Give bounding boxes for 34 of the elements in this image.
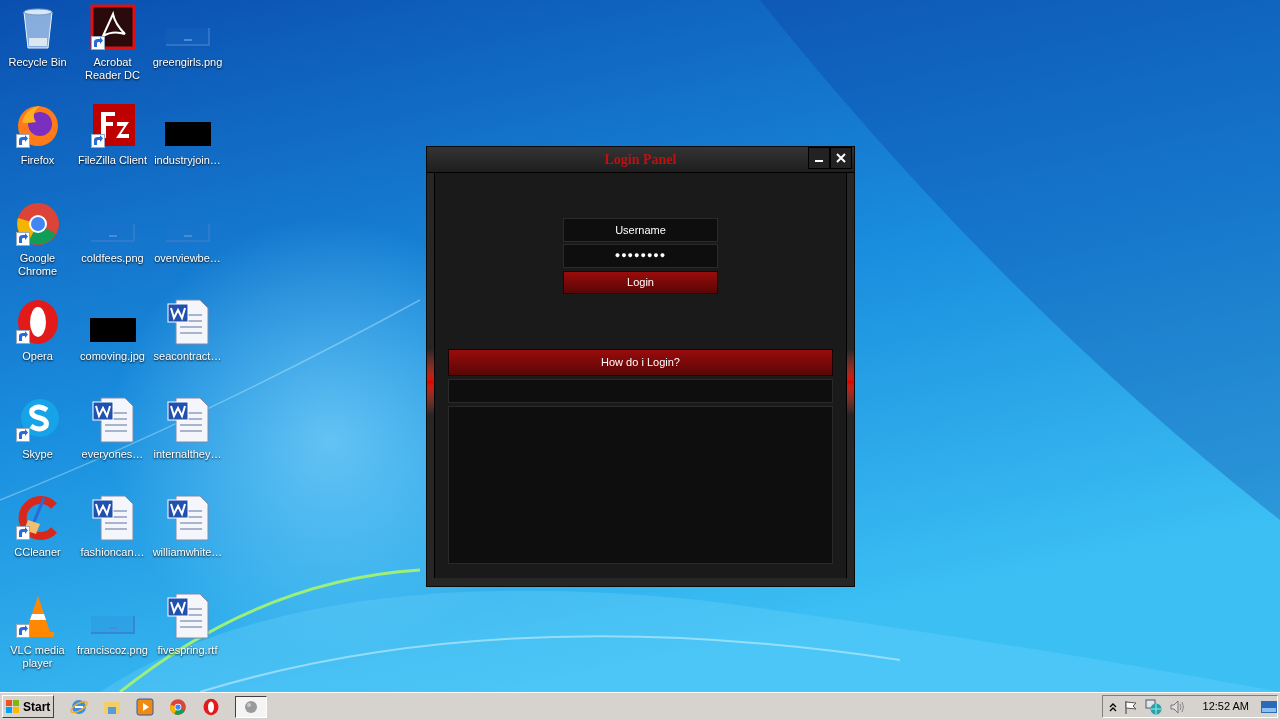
close-button[interactable] — [830, 147, 852, 169]
app-icon — [243, 698, 259, 715]
close-icon — [836, 153, 846, 163]
acrobat-icon — [88, 4, 137, 52]
start-button[interactable]: Start — [2, 695, 54, 718]
help-button[interactable]: How do i Login? — [448, 349, 833, 376]
clock[interactable]: 12:52 AM — [1202, 698, 1249, 715]
chevron-up-icon[interactable] — [1108, 701, 1117, 712]
image-thumbnail-icon — [165, 28, 210, 46]
minimize-icon — [815, 160, 823, 162]
image-thumbnail-icon — [165, 224, 210, 242]
opera-icon — [202, 697, 220, 716]
image-thumbnail-icon — [164, 122, 211, 146]
windows-logo-icon — [5, 698, 21, 715]
password-field[interactable]: ●●●●●●●● — [563, 244, 718, 268]
edge-glow — [427, 349, 434, 415]
speaker-icon[interactable] — [1168, 698, 1187, 715]
login-button[interactable]: Login — [563, 271, 718, 294]
network-icon[interactable] — [1144, 698, 1163, 715]
minimize-button[interactable] — [808, 147, 830, 169]
chrome-icon — [169, 697, 187, 716]
taskbar-button[interactable] — [136, 695, 154, 718]
output-field[interactable] — [448, 379, 833, 403]
image-thumbnail-icon — [90, 616, 135, 634]
play-icon — [136, 697, 154, 716]
flag-icon[interactable] — [1122, 698, 1139, 715]
username-field[interactable]: Username — [563, 218, 718, 242]
show-desktop-icon[interactable] — [1261, 699, 1277, 714]
image-thumbnail-icon — [89, 318, 136, 342]
edge-glow — [847, 349, 854, 415]
image-thumbnail-icon — [90, 224, 135, 242]
browser-icon — [70, 697, 88, 716]
window-title: Login Panel — [604, 151, 677, 169]
taskbar-button[interactable] — [235, 695, 267, 718]
